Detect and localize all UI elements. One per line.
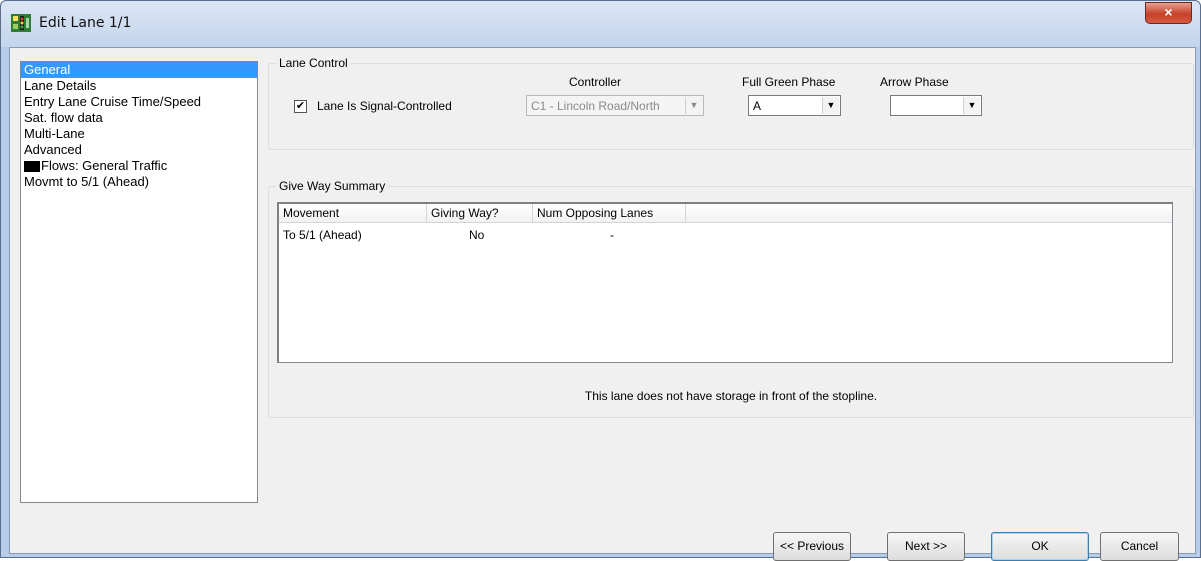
controller-label: Controller	[569, 75, 622, 89]
arrow-phase-select[interactable]: ▼	[890, 95, 982, 116]
next-button[interactable]: Next >>	[887, 532, 965, 561]
signal-controlled-checkbox[interactable]: ✔	[294, 100, 307, 113]
close-button[interactable]: ×	[1145, 2, 1192, 24]
ok-button[interactable]: OK	[991, 532, 1089, 561]
checkmark-icon: ✔	[295, 100, 306, 112]
nav-item-label: Flows: General Traffic	[41, 158, 168, 173]
title-bar[interactable]: Edit Lane 1/1 ×	[1, 1, 1200, 47]
nav-item-movement[interactable]: Movmt to 5/1 (Ahead)	[21, 174, 257, 190]
num-opposing-cell: -	[610, 228, 614, 242]
app-icon	[11, 14, 31, 32]
giving-way-cell: No	[469, 228, 485, 242]
nav-item-multi-lane[interactable]: Multi-Lane	[21, 126, 257, 142]
previous-button[interactable]: << Previous	[773, 532, 851, 561]
nav-item-advanced[interactable]: Advanced	[21, 142, 257, 158]
window-title: Edit Lane 1/1	[39, 15, 132, 31]
table-header: Movement Giving Way? Num Opposing Lanes	[279, 204, 1172, 223]
column-header-num-opposing-lanes[interactable]: Num Opposing Lanes	[533, 204, 686, 222]
full-green-phase-select[interactable]: A ▼	[748, 95, 841, 116]
chevron-down-icon: ▼	[685, 97, 702, 114]
dialog-body: General Lane Details Entry Lane Cruise T…	[9, 47, 1196, 561]
lane-control-group: Lane Control ✔ Lane Is Signal-Controlled…	[268, 56, 1194, 150]
chevron-down-icon: ▼	[822, 97, 839, 114]
arrow-phase-label: Arrow Phase	[880, 75, 949, 89]
nav-item-lane-details[interactable]: Lane Details	[21, 78, 257, 94]
controller-value: C1 - Lincoln Road/North	[531, 99, 660, 113]
controller-select[interactable]: C1 - Lincoln Road/North ▼	[526, 95, 704, 116]
signal-controlled-label: Lane Is Signal-Controlled	[317, 99, 452, 113]
give-way-summary-group: Give Way Summary Movement Giving Way? Nu…	[268, 179, 1194, 418]
edit-lane-dialog: Edit Lane 1/1 × General Lane Details Ent…	[0, 0, 1201, 561]
give-way-table[interactable]: Movement Giving Way? Num Opposing Lanes …	[277, 202, 1173, 363]
lane-control-legend: Lane Control	[276, 56, 351, 70]
nav-item-flows-general-traffic[interactable]: Flows: General Traffic	[21, 158, 257, 174]
flow-color-swatch	[24, 161, 40, 173]
full-green-phase-label: Full Green Phase	[742, 75, 836, 89]
column-header-movement[interactable]: Movement	[279, 204, 427, 222]
movement-cell: To 5/1 (Ahead)	[283, 228, 362, 242]
nav-item-sat-flow-data[interactable]: Sat. flow data	[21, 110, 257, 126]
chevron-down-icon: ▼	[963, 97, 980, 114]
close-icon: ×	[1164, 4, 1173, 20]
nav-item-general[interactable]: General	[21, 62, 257, 78]
section-list[interactable]: General Lane Details Entry Lane Cruise T…	[20, 61, 258, 503]
nav-item-entry-lane-cruise[interactable]: Entry Lane Cruise Time/Speed	[21, 94, 257, 110]
full-green-phase-value: A	[753, 99, 762, 113]
column-header-giving-way[interactable]: Giving Way?	[427, 204, 533, 222]
cancel-button[interactable]: Cancel	[1100, 532, 1179, 561]
give-way-summary-legend: Give Way Summary	[276, 179, 389, 193]
storage-note: This lane does not have storage in front…	[584, 389, 878, 403]
